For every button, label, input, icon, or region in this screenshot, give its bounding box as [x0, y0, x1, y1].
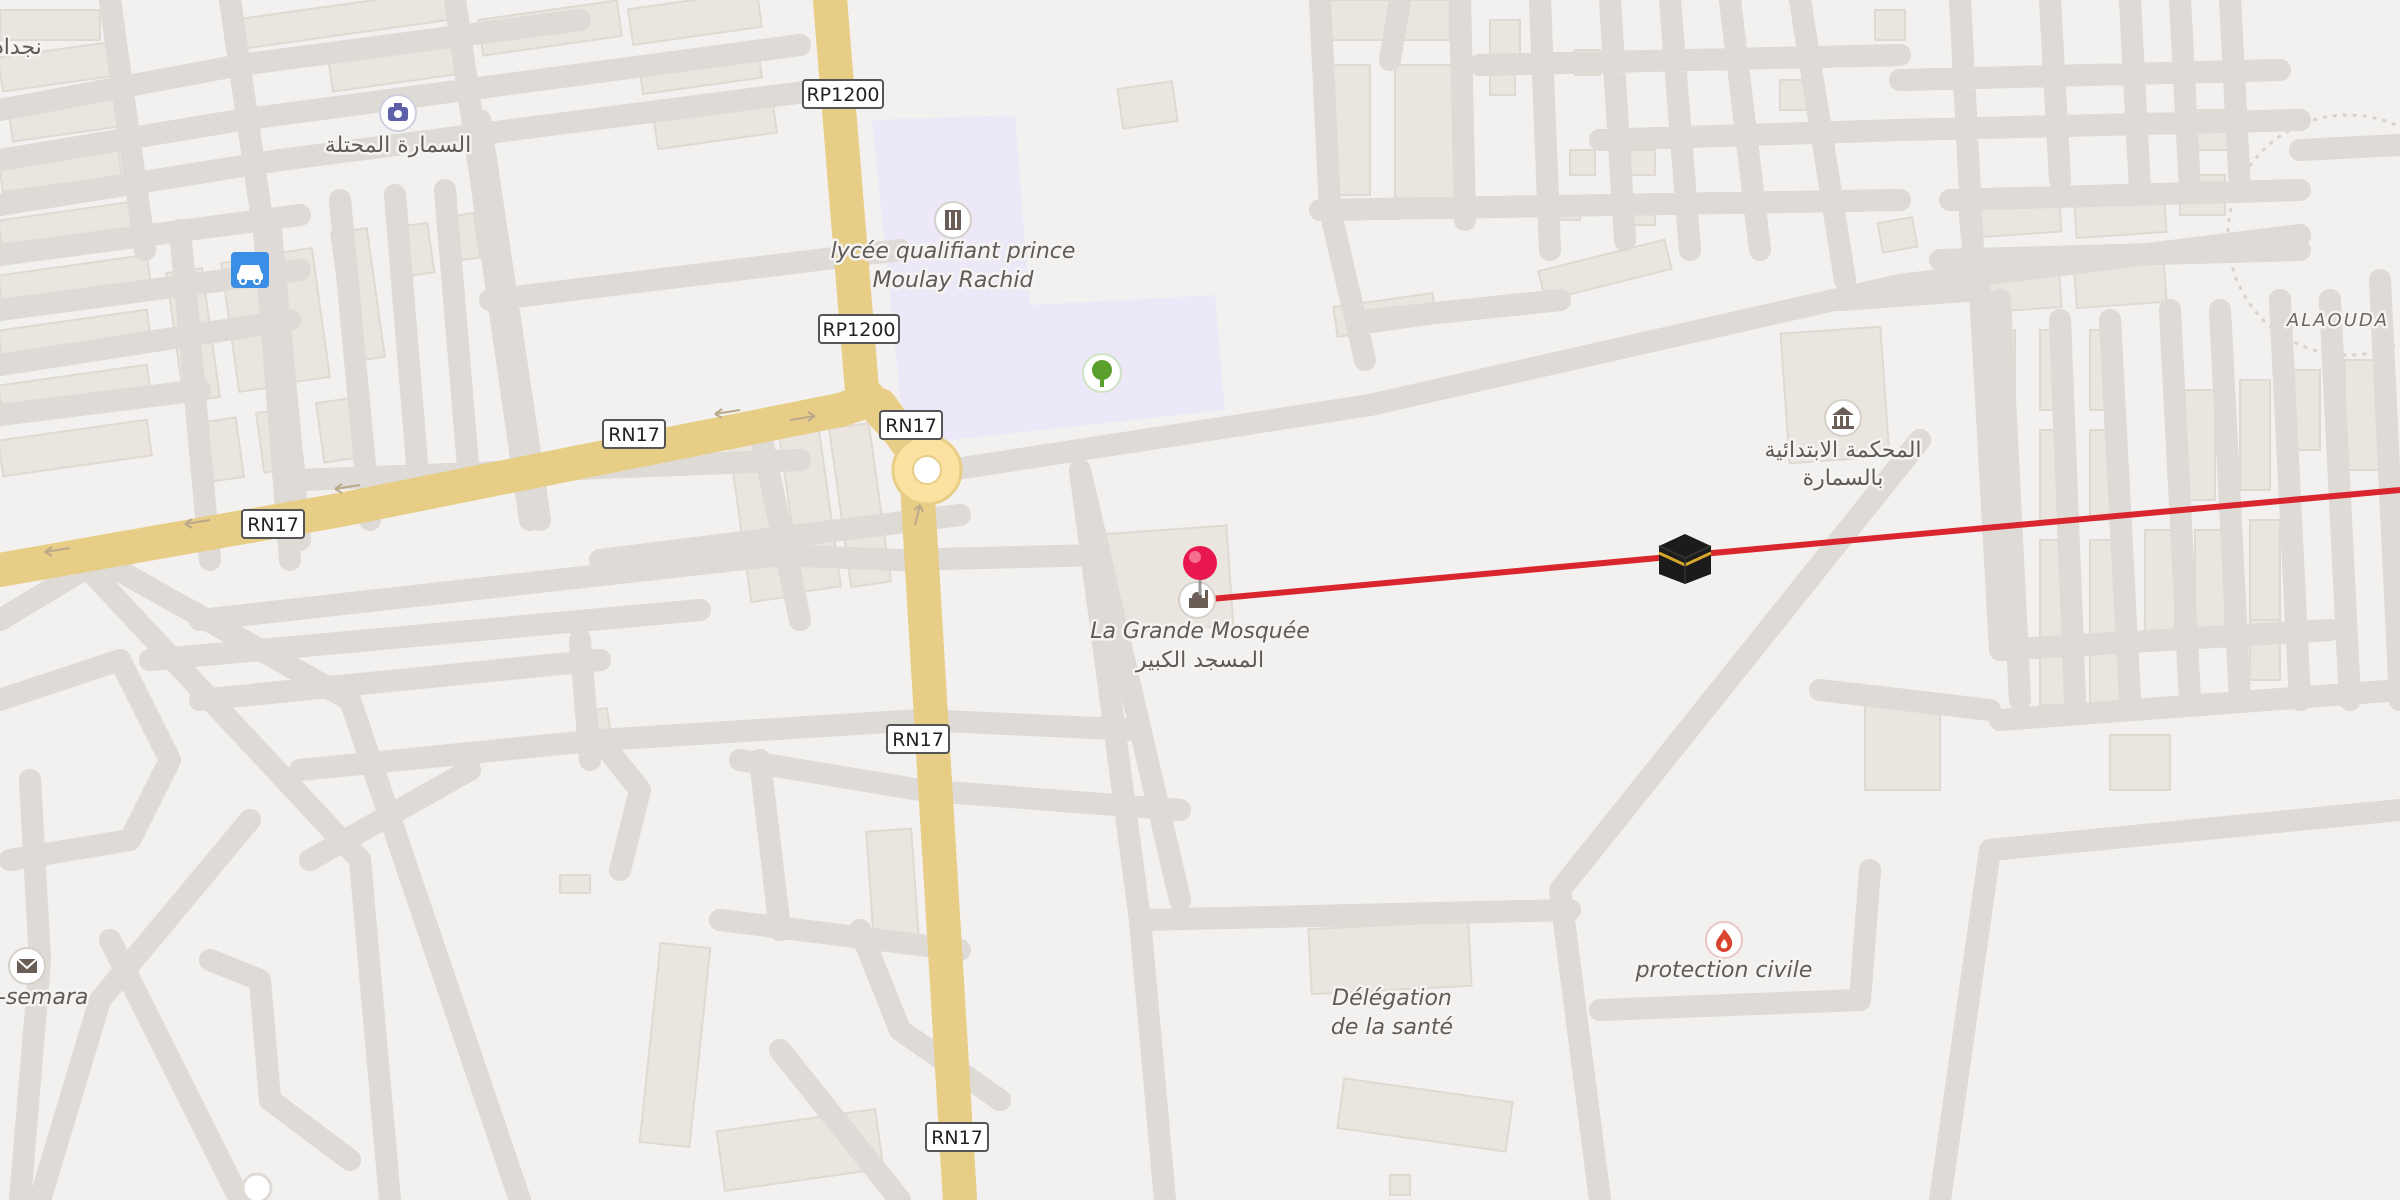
road-shield-rp1200-a[interactable]: RP1200: [802, 79, 884, 109]
bottom-circle: [241, 1172, 273, 1200]
school-poi-label-line2: Moulay Rachid: [873, 268, 1035, 293]
district-label: ALAOUDA: [2286, 310, 2389, 331]
road-shield-rn17-c[interactable]: RN17: [879, 410, 943, 440]
road-shield-rn17-a[interactable]: RN17: [602, 419, 666, 449]
mosque-poi-label-ar: المسجد الكبير: [1135, 648, 1264, 673]
fire-station-icon: [1705, 921, 1743, 959]
svg-text:RN17: RN17: [247, 514, 299, 536]
topleft-partial-label: نجداد: [0, 35, 42, 60]
svg-text:RP1200: RP1200: [822, 319, 895, 341]
svg-text:RP1200: RP1200: [806, 84, 879, 106]
svg-text:RN17: RN17: [931, 1127, 983, 1149]
civil-protection-label: protection civile: [1635, 958, 1813, 983]
road-shield-rn17-d[interactable]: RN17: [886, 724, 950, 754]
road-shield-rn17-b[interactable]: RN17: [241, 509, 305, 539]
camera-poi-label: السمارة المحتلة: [325, 133, 471, 158]
mail-icon: [8, 947, 46, 985]
mosque-poi-label-fr: La Grande Mosquée: [1090, 619, 1310, 644]
svg-text:RN17: RN17: [885, 415, 937, 437]
health-poi-label-line2: de la santé: [1331, 1015, 1453, 1040]
mosque-icon: [1178, 581, 1216, 619]
tree-icon[interactable]: [1082, 353, 1122, 393]
svg-text:RN17: RN17: [608, 424, 660, 446]
health-poi-label-line1: Délégation: [1332, 986, 1452, 1011]
school-icon: [934, 201, 972, 239]
court-poi-label-line1: المحكمة الابتدائية: [1764, 438, 1921, 463]
courthouse-icon: [1824, 399, 1862, 437]
post-office-label: -semara: [0, 985, 88, 1010]
car-icon[interactable]: [231, 252, 269, 288]
court-poi-label-line2: بالسمارة: [1803, 466, 1884, 491]
road-shield-rn17-e[interactable]: RN17: [925, 1122, 989, 1152]
svg-text:RN17: RN17: [892, 729, 944, 751]
camera-icon: [379, 94, 417, 132]
school-poi-label-line1: lycée qualifiant prince: [831, 239, 1076, 264]
map-canvas[interactable]: RP1200 RP1200 RN17 RN17 RN17 RN17 RN17 ا…: [0, 0, 2400, 1200]
road-shield-rp1200-b[interactable]: RP1200: [818, 314, 900, 344]
